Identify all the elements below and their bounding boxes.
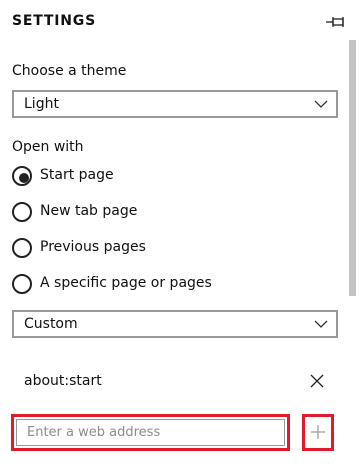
radio-start-page[interactable]: Start page [12,166,312,188]
pin-icon[interactable] [324,13,346,31]
theme-select[interactable]: Light [12,90,338,118]
custom-page-entry: about:start [24,373,102,389]
radio-previous-pages[interactable]: Previous pages [12,238,312,260]
close-icon[interactable] [310,374,324,388]
radio-label: Start page [40,167,114,183]
web-address-input[interactable] [16,419,285,446]
address-highlight [11,414,290,451]
radio-circle [12,166,32,186]
theme-select-value: Light [24,96,59,112]
scrollbar-thumb[interactable] [349,40,356,296]
add-page-button[interactable] [302,414,334,451]
radio-label: A specific page or pages [40,275,212,291]
theme-label: Choose a theme [12,63,127,79]
radio-circle [12,202,32,222]
radio-circle [12,238,32,258]
pages-select-value: Custom [24,316,78,332]
settings-panel: SETTINGS Choose a theme Light Open with … [0,0,359,470]
chevron-down-icon [314,320,328,328]
radio-circle [12,274,32,294]
radio-label: Previous pages [40,239,146,255]
settings-title: SETTINGS [12,13,96,29]
radio-selected-dot [19,173,29,183]
radio-specific-pages[interactable]: A specific page or pages [12,274,312,296]
pages-select[interactable]: Custom [12,310,338,338]
chevron-down-icon [314,100,328,108]
radio-label: New tab page [40,203,138,219]
radio-new-tab-page[interactable]: New tab page [12,202,312,224]
plus-icon [311,425,325,439]
open-with-label: Open with [12,139,84,155]
